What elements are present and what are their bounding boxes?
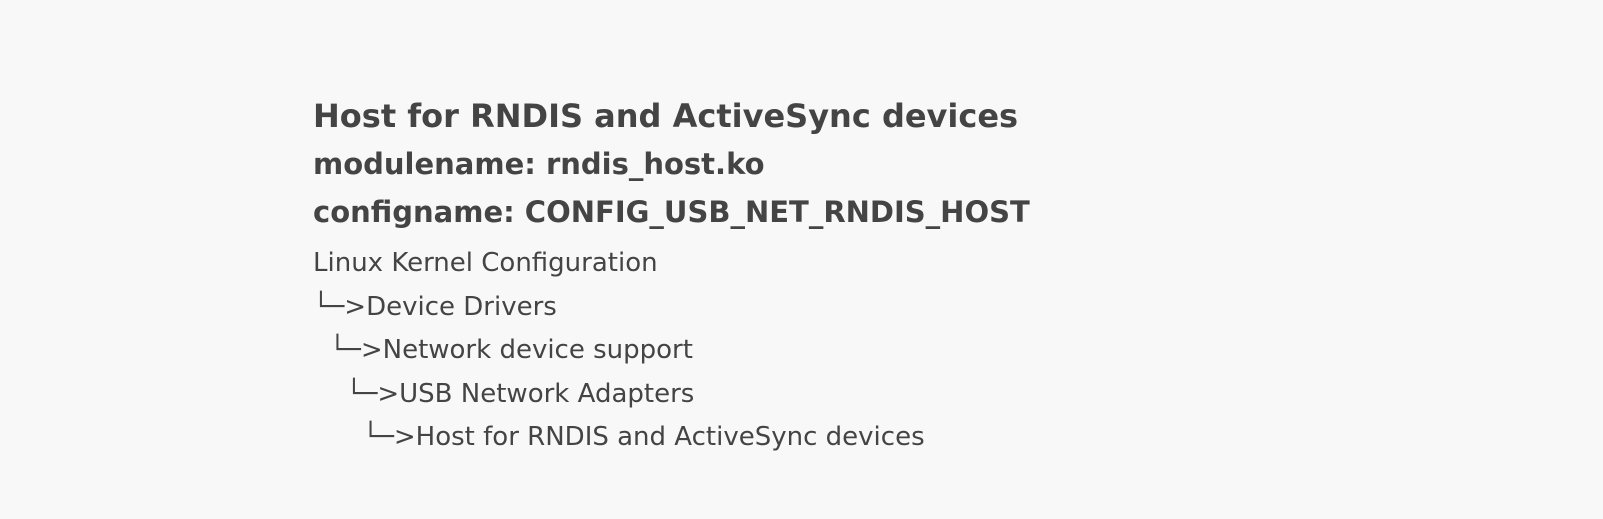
menu-path-root: Linux Kernel Configuration <box>313 248 658 278</box>
config-name: configname: CONFIG_USB_NET_RNDIS_HOST <box>313 195 1030 229</box>
menu-path-level-3: └─>USB Network Adapters <box>313 378 695 409</box>
page-title: Host for RNDIS and ActiveSync devices <box>313 97 1019 135</box>
menu-path-level-2: └─>Network device support <box>313 335 693 365</box>
menu-path-level-4: └─>Host for RNDIS and ActiveSync devices <box>313 422 925 452</box>
module-name: modulename: rndis_host.ko <box>313 147 765 181</box>
menu-path-level-1: └─>Device Drivers <box>313 291 557 322</box>
config-page: Host for RNDIS and ActiveSync devices mo… <box>313 92 1513 460</box>
menu-path-tree: Linux Kernel Configuration └─>Device Dri… <box>313 242 1513 460</box>
